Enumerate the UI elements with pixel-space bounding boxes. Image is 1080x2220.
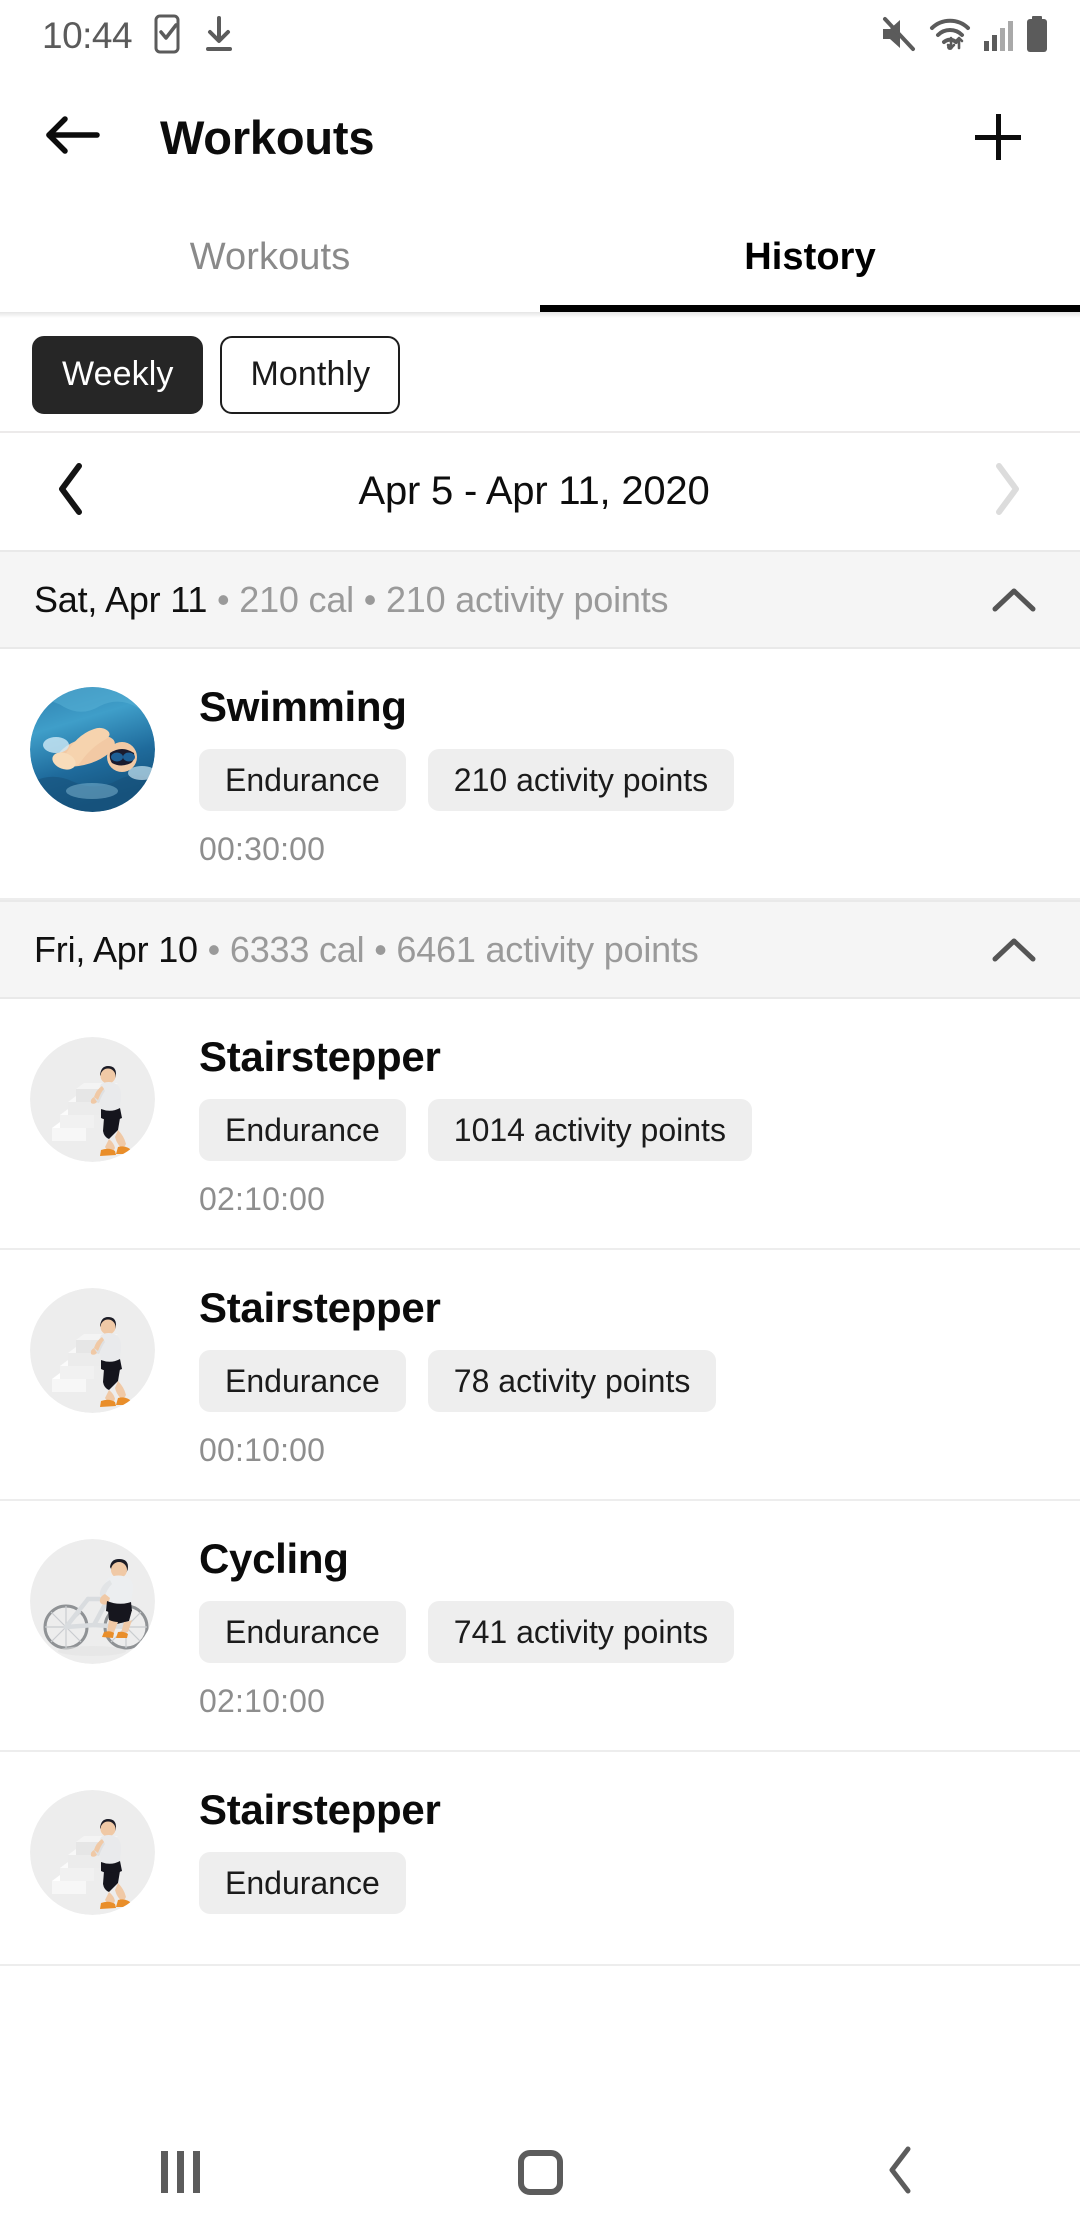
stairstepper-illustration <box>30 1288 155 1414</box>
workout-type-chip: Endurance <box>199 1099 406 1162</box>
period-option-monthly[interactable]: Monthly <box>220 335 401 414</box>
period-option-weekly[interactable]: Weekly <box>32 335 204 414</box>
mute-icon <box>878 14 918 59</box>
workout-duration: 02:10:00 <box>199 1181 326 1218</box>
workout-row[interactable]: Cycling Endurance 741 activity points 02… <box>0 1501 1080 1753</box>
chevron-up-icon[interactable] <box>986 572 1042 628</box>
battery-icon <box>1024 14 1050 59</box>
workout-points-chip: 1014 activity points <box>427 1099 752 1162</box>
arrow-left-icon <box>41 111 103 164</box>
recents-button[interactable] <box>120 2124 240 2220</box>
workout-duration: 02:10:00 <box>199 1683 326 1720</box>
date-range-navigator: Apr 5 - Apr 11, 2020 <box>0 433 1080 550</box>
recents-icon <box>160 2151 200 2193</box>
workout-title: Cycling <box>199 1535 349 1583</box>
day-group-date: Fri, Apr 10 <box>34 928 198 970</box>
status-bar: 10:44 <box>0 0 1080 72</box>
status-bar-clock: 10:44 <box>42 15 133 56</box>
day-group-meta: • 6333 cal • 6461 activity points <box>197 928 699 970</box>
workout-type-chip: Endurance <box>199 1350 406 1413</box>
home-icon <box>517 2149 563 2195</box>
phone-check-icon <box>150 14 184 59</box>
workout-title: Stairstepper <box>199 1033 441 1081</box>
page-title: Workouts <box>160 110 375 164</box>
workout-points-chip: 210 activity points <box>427 749 735 812</box>
date-range-label: Apr 5 - Apr 11, 2020 <box>358 469 710 513</box>
app-bar: Workouts <box>0 72 1080 202</box>
day-group-summary: Sat, Apr 11 • 210 cal • 210 activity poi… <box>34 579 986 621</box>
day-group-header[interactable]: Sat, Apr 11 • 210 cal • 210 activity poi… <box>0 550 1080 649</box>
workout-row[interactable]: Stairstepper Endurance 1014 activity poi… <box>0 999 1080 1251</box>
workout-type-chip: Endurance <box>199 1601 406 1664</box>
workout-points-chip: 741 activity points <box>427 1601 735 1664</box>
chevron-up-icon[interactable] <box>986 922 1042 978</box>
workout-chips: Endurance 210 activity points <box>199 749 1050 812</box>
day-group-date: Sat, Apr 11 <box>34 578 208 620</box>
workout-chips: Endurance <box>199 1852 1050 1915</box>
chevron-right-icon <box>990 461 1024 522</box>
status-bar-right <box>878 14 1050 59</box>
workout-type-chip: Endurance <box>199 1852 406 1915</box>
wifi-icon <box>928 14 972 59</box>
workout-type-chip: Endurance <box>199 749 406 812</box>
workout-details: Swimming Endurance 210 activity points 0… <box>199 683 1050 868</box>
workout-row[interactable]: Stairstepper Endurance <box>0 1752 1080 1967</box>
workout-points-chip: 78 activity points <box>427 1350 717 1413</box>
workout-details: Stairstepper Endurance <box>199 1786 1050 1934</box>
day-group-summary: Fri, Apr 10 • 6333 cal • 6461 activity p… <box>34 929 986 971</box>
workout-title: Stairstepper <box>199 1786 441 1834</box>
android-navigation-bar <box>0 2124 1080 2220</box>
workout-chips: Endurance 1014 activity points <box>199 1099 1050 1162</box>
tab-workouts[interactable]: Workouts <box>0 202 540 312</box>
workout-title: Swimming <box>199 683 407 730</box>
nav-back-button[interactable] <box>840 2124 960 2220</box>
add-workout-button[interactable] <box>962 101 1034 173</box>
cycling-illustration <box>30 1539 155 1665</box>
tab-bar: Workouts History <box>0 202 1080 312</box>
workout-details: Cycling Endurance 741 activity points 02… <box>199 1535 1050 1720</box>
workout-row[interactable]: Stairstepper Endurance 78 activity point… <box>0 1250 1080 1502</box>
tab-history[interactable]: History <box>540 202 1080 312</box>
stairstepper-illustration <box>30 1790 155 1916</box>
workout-chips: Endurance 741 activity points <box>199 1601 1050 1664</box>
status-bar-left: 10:44 <box>42 14 236 59</box>
download-icon <box>202 14 236 59</box>
tab-active-indicator <box>540 305 1080 312</box>
stairstepper-illustration <box>30 1037 155 1163</box>
workout-chips: Endurance 78 activity points <box>199 1350 1050 1413</box>
workout-duration: 00:10:00 <box>199 1432 326 1469</box>
swimming-photo <box>30 687 155 812</box>
cellular-signal-icon <box>982 14 1014 59</box>
period-toggle: Weekly Monthly <box>0 318 1080 433</box>
nav-back-icon <box>884 2144 916 2201</box>
chevron-left-icon <box>54 461 88 522</box>
day-group-meta: • 210 cal • 210 activity points <box>207 578 669 620</box>
next-week-button[interactable] <box>974 459 1040 525</box>
workout-duration: 00:30:00 <box>199 831 326 868</box>
workout-details: Stairstepper Endurance 78 activity point… <box>199 1284 1050 1469</box>
workout-title: Stairstepper <box>199 1284 441 1332</box>
day-group-header[interactable]: Fri, Apr 10 • 6333 cal • 6461 activity p… <box>0 900 1080 1000</box>
home-button[interactable] <box>480 2124 600 2220</box>
back-button[interactable] <box>36 101 108 173</box>
workout-row[interactable]: Swimming Endurance 210 activity points 0… <box>0 649 1080 901</box>
workout-details: Stairstepper Endurance 1014 activity poi… <box>199 1033 1050 1218</box>
